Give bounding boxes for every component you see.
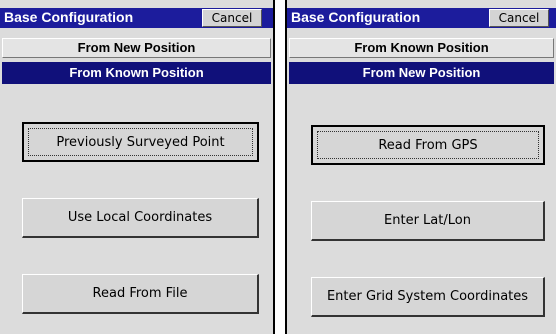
title-bar: Base Configuration Cancel [0,8,273,28]
tab-content: Read From GPS Enter Lat/Lon Enter Grid S… [289,86,554,334]
cancel-button[interactable]: Cancel [202,9,262,27]
base-configuration-dialog-left: Base Configuration Cancel From New Posit… [0,0,275,334]
read-from-file-button[interactable]: Read From File [22,274,259,314]
read-from-gps-button[interactable]: Read From GPS [311,125,545,165]
enter-grid-system-coordinates-button[interactable]: Enter Grid System Coordinates [311,277,545,317]
tab-from-known-position[interactable]: From Known Position [2,62,271,84]
tab-from-new-position[interactable]: From New Position [289,62,554,84]
tab-from-known-position[interactable]: From Known Position [289,38,554,58]
button-label: Enter Grid System Coordinates [326,289,529,304]
button-label: Enter Lat/Lon [384,213,471,228]
base-configuration-dialog-right: Base Configuration Cancel From Known Pos… [285,0,556,334]
button-label: Use Local Coordinates [67,210,213,225]
button-label: Read From File [92,286,188,301]
button-label: Previously Surveyed Point [56,135,225,150]
dialog-title: Base Configuration [4,9,134,25]
tab-from-new-position[interactable]: From New Position [2,38,271,58]
title-bar: Base Configuration Cancel [287,8,556,28]
cancel-button[interactable]: Cancel [489,9,549,27]
dialog-title: Base Configuration [291,9,421,25]
button-label: Read From GPS [378,138,478,153]
tab-content: Previously Surveyed Point Use Local Coor… [2,86,271,334]
previously-surveyed-point-button[interactable]: Previously Surveyed Point [22,122,259,162]
enter-lat-lon-button[interactable]: Enter Lat/Lon [311,201,545,241]
use-local-coordinates-button[interactable]: Use Local Coordinates [22,198,259,238]
